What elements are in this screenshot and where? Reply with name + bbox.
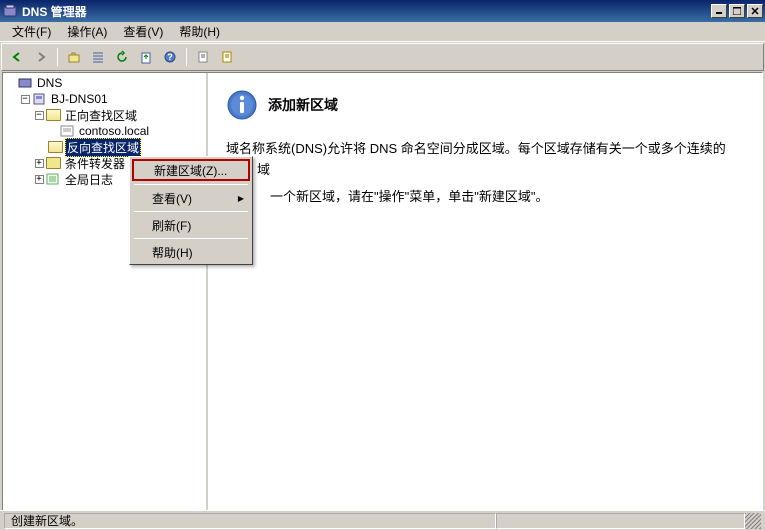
ctx-separator	[134, 184, 248, 185]
tree-panel[interactable]: DNS − BJ-DNS01 − 正向查找区域 contoso.local 反向…	[3, 73, 208, 512]
menu-action[interactable]: 操作(A)	[59, 21, 115, 42]
status-cell	[496, 513, 745, 529]
content-title: 添加新区域	[268, 95, 338, 115]
menu-file[interactable]: 文件(F)	[4, 21, 59, 42]
content-header: 添加新区域	[226, 89, 744, 121]
tree-label: 全局日志	[63, 170, 115, 189]
maximize-button[interactable]	[729, 4, 745, 18]
tree-toggle[interactable]: +	[33, 175, 45, 184]
minimize-button[interactable]	[711, 4, 727, 18]
toolbar-separator	[186, 48, 187, 66]
info-icon	[226, 89, 258, 121]
menu-bar: 文件(F) 操作(A) 查看(V) 帮助(H)	[0, 22, 765, 42]
list-view-button[interactable]	[87, 46, 109, 68]
export-button[interactable]	[135, 46, 157, 68]
content-body: 域名称系统(DNS)允许将 DNS 命名空间分成区域。每个区域存储有关一个或多个…	[226, 139, 744, 207]
toolbar: ?	[1, 43, 764, 71]
server-icon	[31, 92, 47, 106]
toolbar-separator	[57, 48, 58, 66]
refresh-button[interactable]	[111, 46, 133, 68]
title-bar: DNS 管理器	[0, 0, 765, 22]
ctx-refresh[interactable]: 刷新(F)	[132, 215, 250, 235]
svg-text:?: ?	[167, 52, 173, 62]
forward-button[interactable]	[30, 46, 52, 68]
status-bar: 创建新区域。	[0, 510, 765, 530]
tree-node-dns[interactable]: DNS	[5, 75, 204, 91]
tree-label: 正向查找区域	[63, 106, 139, 125]
tree-toggle[interactable]: −	[19, 95, 31, 104]
log-icon	[45, 172, 61, 186]
up-folder-button[interactable]	[63, 46, 85, 68]
status-text: 创建新区域。	[4, 513, 496, 529]
ctx-help[interactable]: 帮助(H)	[132, 242, 250, 262]
folder-open-icon	[45, 108, 61, 122]
help-button[interactable]: ?	[159, 46, 181, 68]
folder-icon	[45, 156, 61, 170]
app-icon	[2, 3, 18, 19]
ctx-separator	[134, 211, 248, 212]
content-paragraph: 域名称系统(DNS)允许将 DNS 命名空间分成区域。每个区域存储有关一个或多个…	[226, 139, 744, 181]
content-panel: 添加新区域 域名称系统(DNS)允许将 DNS 命名空间分成区域。每个区域存储有…	[208, 73, 762, 512]
ctx-separator	[134, 238, 248, 239]
tree-label: DNS	[35, 75, 64, 91]
ctx-view[interactable]: 查看(V)	[132, 188, 250, 208]
folder-open-icon	[47, 140, 63, 154]
resize-grip[interactable]	[745, 513, 761, 529]
close-button[interactable]	[747, 4, 763, 18]
window-title: DNS 管理器	[22, 3, 711, 20]
back-button[interactable]	[6, 46, 28, 68]
dns-icon	[17, 76, 33, 90]
menu-view[interactable]: 查看(V)	[115, 21, 171, 42]
action-button-2[interactable]	[216, 46, 238, 68]
menu-help[interactable]: 帮助(H)	[171, 21, 228, 42]
content-paragraph: 一个新区域，请在"操作"菜单，单击"新建区域"。	[270, 187, 744, 208]
tree-toggle[interactable]: +	[33, 159, 45, 168]
main-area: DNS − BJ-DNS01 − 正向查找区域 contoso.local 反向…	[2, 72, 763, 513]
tree-toggle[interactable]: −	[33, 111, 45, 120]
tree-node-forward-zones[interactable]: − 正向查找区域	[5, 107, 204, 123]
action-button-1[interactable]	[192, 46, 214, 68]
context-menu: 新建区域(Z)... 查看(V) 刷新(F) 帮助(H)	[129, 156, 253, 265]
zone-icon	[59, 124, 75, 138]
ctx-new-zone[interactable]: 新建区域(Z)...	[132, 159, 250, 181]
